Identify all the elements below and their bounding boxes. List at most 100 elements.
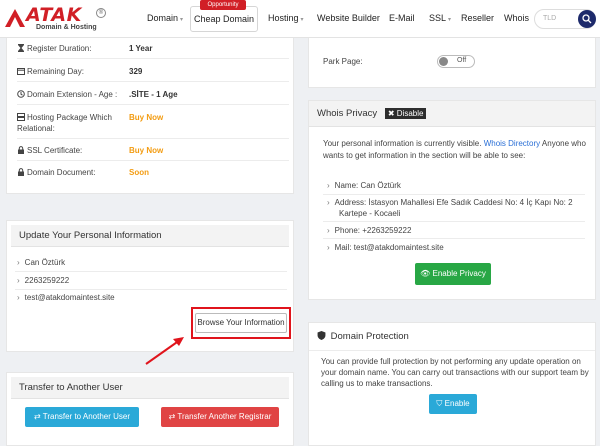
hourglass-icon (18, 44, 24, 52)
nav-hosting-label: Hosting (268, 13, 299, 23)
disable-privacy-button[interactable]: ✖ Disable (384, 108, 427, 119)
nav-website-builder[interactable]: Website Builder (317, 13, 380, 23)
nav-ssl[interactable]: SSL ▾ (429, 13, 451, 23)
whois-name-item: › Name: Can Öztürk (327, 181, 401, 190)
divider (15, 271, 287, 272)
personal-phone: 2263259222 (24, 276, 70, 285)
lock-icon (18, 146, 24, 154)
whois-description-line-2: wants to get information in the section … (323, 151, 526, 160)
lock-icon (18, 168, 24, 176)
logo-subtitle: Domain & Hosting (36, 24, 97, 31)
registered-mark-icon: ® (96, 8, 106, 18)
whois-privacy-title-bar: Whois Privacy ✖ Disable (309, 101, 595, 127)
domain-details-panel: Register Duration: 1 Year Remaining Day:… (6, 38, 294, 194)
ssl-certificate-label: SSL Certificate: (27, 146, 83, 155)
whois-phone-item: › Phone: +2263259222 (327, 226, 411, 235)
nav-ssl-label: SSL (429, 13, 447, 23)
clock-icon (17, 90, 25, 98)
remaining-day-value: 329 (129, 67, 143, 76)
transfer-to-another-user-button[interactable]: ⇄ Transfer to Another User (25, 407, 139, 427)
eye-icon: 👁 (420, 269, 431, 278)
register-duration-label-wrap: Register Duration: (17, 44, 91, 53)
chevron-right-icon: › (17, 276, 20, 285)
whois-desc-text-1: Your personal information is currently v… (323, 139, 482, 148)
personal-info-title: Update Your Personal Information (11, 225, 289, 247)
chevron-right-icon: › (17, 258, 20, 267)
toggle-off-text: Off (457, 57, 467, 64)
search-button[interactable] (578, 10, 596, 28)
ssl-buy-now-link[interactable]: Buy Now (129, 146, 163, 155)
nav-reseller[interactable]: Reseller (461, 13, 494, 23)
nav-domain[interactable]: Domain ▾ (147, 13, 183, 23)
transfer-icon: ⇄ (168, 412, 176, 421)
toggle-knob (439, 57, 448, 66)
hosting-package-label-2: Relational: (17, 124, 55, 133)
whois-privacy-title: Whois Privacy (317, 108, 378, 119)
nav-whois[interactable]: Whois (504, 13, 529, 23)
ssl-certificate-label-wrap: SSL Certificate: (17, 146, 82, 155)
register-duration-value: 1 Year (129, 44, 153, 53)
divider (17, 81, 289, 82)
transfer-title: Transfer to Another User (11, 377, 289, 399)
shield-icon (317, 331, 326, 340)
divider (323, 238, 585, 239)
personal-name-item: › Can Öztürk (17, 258, 65, 267)
server-icon (17, 113, 25, 121)
enable-protection-button[interactable]: ⛉ Enable (429, 394, 477, 414)
chevron-down-icon: ▾ (300, 17, 304, 23)
chevron-right-icon: › (327, 181, 330, 190)
shield-icon: ⛉ (436, 399, 443, 408)
whois-phone: Phone: +2263259222 (334, 226, 412, 235)
domain-document-label: Domain Document: (27, 168, 96, 177)
whois-privacy-panel: Whois Privacy ✖ Disable Your personal in… (308, 100, 596, 300)
search-icon (582, 14, 592, 24)
enable-protection-label: Enable (444, 399, 470, 408)
personal-email: test@atakdomaintest.site (24, 293, 115, 302)
domain-protection-panel: Domain Protection You can provide full p… (308, 322, 596, 446)
transfer-another-registrar-button[interactable]: ⇄ Transfer Another Registrar (161, 407, 279, 427)
divider (323, 221, 585, 222)
domain-document-label-wrap: Domain Document: (17, 168, 95, 177)
enable-privacy-label: Enable Privacy (432, 269, 486, 278)
chevron-right-icon: › (327, 198, 330, 207)
nav-email[interactable]: E-Mail (389, 13, 415, 23)
domain-extension-label: Domain Extension - Age : (27, 90, 118, 99)
opportunity-badge: Opportunity (200, 0, 246, 10)
calendar-icon (17, 68, 25, 75)
hosting-package-label-wrap: Hosting Package Which (17, 113, 112, 122)
hosting-package-row: Hosting Package Which Relational: Buy No… (17, 113, 287, 133)
domain-protection-title-bar: Domain Protection (309, 323, 595, 351)
divider (17, 104, 289, 105)
hosting-buy-now-link[interactable]: Buy Now (129, 113, 163, 122)
chevron-down-icon: ▾ (180, 17, 184, 23)
whois-address-line-2: Kartepe - Kocaeli (339, 209, 401, 218)
disable-label: Disable (396, 109, 424, 118)
whois-mail: Mail: test@atakdomaintest.site (334, 243, 444, 252)
whois-address: Address: İstasyon Mahallesi Efe Sadık Ca… (334, 198, 573, 207)
top-header: ATAK Domain & Hosting ® Domain ▾ Cheap Do… (0, 0, 600, 38)
browse-your-information-button[interactable]: Browse Your Information (195, 313, 287, 333)
transfer-icon: ⇄ (33, 412, 41, 421)
park-page-panel: Park Page: Off (308, 38, 596, 88)
whois-desc-text-2: Anyone who (541, 139, 586, 148)
transfer-panel: Transfer to Another User ⇄ Transfer to A… (6, 372, 294, 446)
divider (323, 194, 585, 195)
nav-domain-label: Domain (147, 13, 179, 23)
logo-mark-icon (5, 9, 25, 27)
whois-directory-link[interactable]: Whois Directory (484, 139, 540, 148)
personal-phone-item: › 2263259222 (17, 276, 69, 285)
chevron-right-icon: › (17, 293, 20, 302)
enable-privacy-button[interactable]: 👁 Enable Privacy (415, 263, 491, 285)
divider (17, 160, 289, 161)
personal-email-item: › test@atakdomaintest.site (17, 293, 115, 302)
atak-logo[interactable]: ATAK Domain & Hosting ® (4, 4, 108, 34)
transfer-registrar-label: Transfer Another Registrar (177, 412, 272, 421)
divider (17, 138, 289, 139)
divider (17, 58, 289, 59)
whois-address-item: › Address: İstasyon Mahallesi Efe Sadık C… (327, 198, 573, 207)
whois-name: Name: Can Öztürk (334, 181, 401, 190)
park-page-toggle[interactable]: Off (437, 55, 475, 68)
remaining-day-label: Remaining Day: (27, 67, 84, 76)
personal-name: Can Öztürk (24, 258, 66, 267)
nav-hosting[interactable]: Hosting ▾ (268, 13, 304, 23)
